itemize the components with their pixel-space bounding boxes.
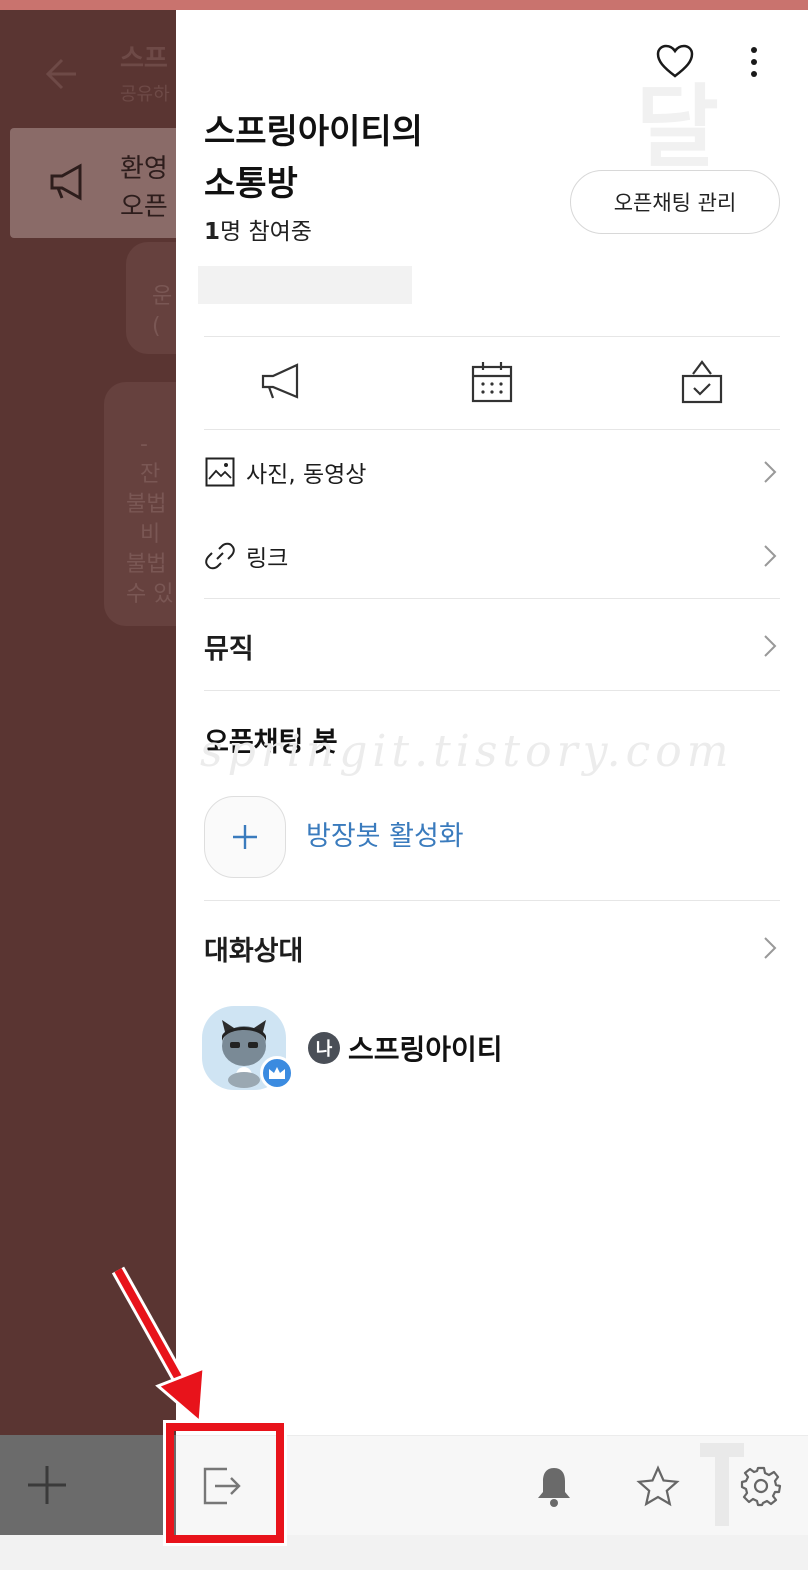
member-count-number: 1 — [204, 219, 221, 245]
system-navigation-bar — [0, 1535, 808, 1570]
calendar-icon — [471, 362, 513, 403]
chevron-right-icon — [764, 545, 777, 567]
chat-room-drawer: 달 스프링아이티의 소통방 1명 참여중 오픈채팅 관리 사진, 동영상 링크 … — [176, 10, 808, 1435]
photos-videos-row[interactable]: 사진, 동영상 — [204, 440, 780, 504]
status-bar-strip — [0, 0, 808, 10]
chat-members-row[interactable]: 대화상대 — [204, 916, 780, 980]
placeholder-bar — [198, 266, 412, 304]
background-chat: 스프 공유하 환영 오픈 운 ( - 잔 불법 비 불법 수 있 — [0, 10, 176, 1435]
member-count: 1명 참여중 — [204, 212, 312, 246]
music-row[interactable]: 뮤직 — [204, 614, 780, 678]
gear-icon — [740, 1466, 782, 1507]
highlight-box-annotation — [166, 1423, 284, 1543]
chevron-right-icon — [764, 461, 777, 483]
chevron-right-icon — [764, 635, 777, 657]
add-bot-button[interactable] — [204, 796, 286, 878]
me-badge: 나 — [308, 1032, 340, 1064]
open-chat-manage-button[interactable]: 오픈채팅 관리 — [570, 170, 780, 234]
megaphone-icon — [261, 363, 302, 399]
divider — [204, 429, 780, 430]
vote-button[interactable] — [676, 356, 728, 408]
photos-videos-label: 사진, 동영상 — [246, 462, 367, 488]
photo-icon — [204, 456, 236, 488]
divider — [204, 598, 780, 599]
link-icon — [204, 540, 236, 572]
crown-icon — [260, 1056, 294, 1090]
vote-icon — [681, 360, 723, 404]
favorite-star-button[interactable] — [634, 1462, 682, 1510]
red-arrow-annotation — [111, 1266, 206, 1426]
calendar-button[interactable] — [466, 356, 518, 408]
more-options-button[interactable] — [742, 42, 766, 82]
divider — [204, 900, 780, 901]
background-message-text: 운 ( — [152, 284, 173, 339]
background-message-text: - 잔 불법 비 불법 수 있 — [126, 432, 174, 607]
back-arrow-icon[interactable] — [40, 54, 80, 94]
background-notice-text: 환영 오픈 — [120, 154, 168, 222]
member-count-suffix: 명 참여중 — [220, 219, 312, 245]
music-label: 뮤직 — [204, 633, 254, 665]
plus-icon — [28, 1466, 66, 1504]
background-chat-title: 스프 — [120, 44, 168, 74]
links-row[interactable]: 링크 — [204, 524, 780, 588]
background-chat-subtitle: 공유하 — [120, 84, 170, 105]
chevron-right-icon — [764, 937, 777, 959]
divider — [204, 690, 780, 691]
star-icon — [636, 1465, 680, 1507]
settings-button[interactable] — [738, 1462, 784, 1510]
member-name: 스프링아이티 — [348, 1033, 503, 1066]
chat-members-title: 대화상대 — [204, 935, 304, 967]
links-label: 링크 — [246, 546, 289, 572]
more-vertical-icon — [751, 47, 757, 77]
favorite-button[interactable] — [654, 40, 696, 82]
bell-icon — [538, 1468, 570, 1507]
room-title: 스프링아이티의 소통방 — [204, 112, 423, 204]
megaphone-icon — [50, 163, 82, 201]
activate-host-bot-link[interactable]: 방장봇 활성화 — [306, 814, 464, 853]
member-list-item[interactable]: 나 스프링아이티 — [202, 1006, 762, 1094]
plus-icon — [233, 825, 257, 849]
notice-button[interactable] — [256, 356, 308, 408]
watermark: springit.tistory.com — [200, 726, 734, 777]
heart-icon — [656, 44, 694, 78]
divider — [204, 336, 780, 337]
notification-toggle-button[interactable] — [532, 1462, 576, 1510]
